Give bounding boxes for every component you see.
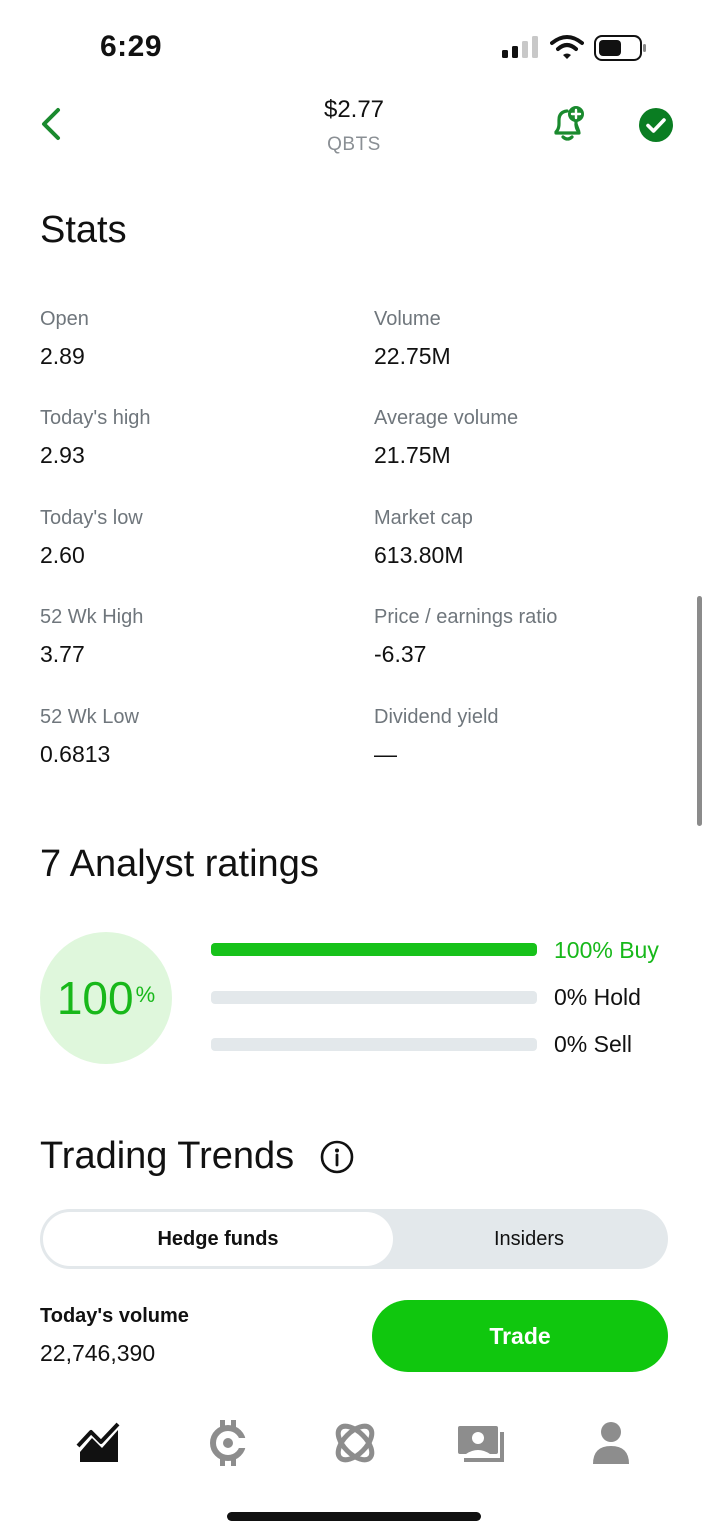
sell-rating-bar [211, 1038, 537, 1051]
trends-segmented-control: Hedge funds Insiders [40, 1209, 668, 1269]
ratings-percent-sign: % [135, 982, 156, 1007]
header-price: $2.77 [323, 96, 385, 123]
buy-rating-label: 100% Buy [554, 937, 659, 963]
stat-label: Dividend yield [374, 706, 499, 728]
stat-pe-ratio: Price / earnings ratio -6.37 [374, 606, 557, 668]
cash-icon[interactable] [456, 1418, 506, 1468]
stat-label: 52 Wk High [40, 606, 144, 628]
browse-icon[interactable] [330, 1418, 380, 1468]
stat-52wk-high: 52 Wk High 3.77 [40, 606, 143, 668]
stat-value: 613.80M [374, 542, 464, 568]
wifi-icon [550, 35, 584, 59]
stat-label: Market cap [374, 507, 473, 529]
stats-title: Stats [40, 209, 127, 251]
stat-average-volume: Average volume 21.75M [374, 407, 518, 469]
stat-volume: Volume 22.75M [374, 308, 451, 370]
scrollbar[interactable] [697, 596, 702, 826]
trading-trends-title: Trading Trends [40, 1135, 295, 1177]
stat-label: Today's high [40, 407, 151, 429]
stat-dividend-yield: Dividend yield — [374, 706, 499, 768]
watchlist-check-icon[interactable] [638, 107, 674, 143]
stat-label: Volume [374, 308, 441, 330]
stat-todays-high: Today's high 2.93 [40, 407, 151, 469]
tab-hedge-funds[interactable]: Hedge funds [43, 1212, 393, 1266]
stat-value: 2.89 [40, 343, 85, 369]
crypto-icon[interactable] [203, 1418, 253, 1468]
stat-open: Open 2.89 [40, 308, 89, 370]
stat-value: 2.93 [40, 442, 85, 468]
stat-label: Today's low [40, 507, 143, 529]
hold-rating-bar [211, 991, 537, 1004]
ratings-summary-circle: 100% [40, 932, 172, 1064]
sell-rating-label: 0% Sell [554, 1031, 632, 1057]
stat-value: 21.75M [374, 442, 451, 468]
add-alert-bell-icon[interactable] [548, 104, 588, 144]
stat-value: -6.37 [374, 641, 427, 667]
buy-rating-bar [211, 943, 537, 956]
stat-label: 52 Wk Low [40, 706, 139, 728]
header-ticker: QBTS [327, 134, 381, 155]
stat-value: — [374, 741, 397, 767]
stat-todays-low: Today's low 2.60 [40, 507, 143, 569]
ratings-percent-value: 100 [56, 972, 134, 1024]
status-bar: 6:29 [0, 0, 708, 90]
analyst-ratings-title: 7 Analyst ratings [40, 843, 319, 885]
trade-button[interactable]: Trade [372, 1300, 668, 1372]
chart-icon[interactable] [74, 1418, 124, 1468]
stat-label: Open [40, 308, 89, 330]
stat-52wk-low: 52 Wk Low 0.6813 [40, 706, 139, 768]
hold-rating-label: 0% Hold [554, 984, 641, 1010]
stat-market-cap: Market cap 613.80M [374, 507, 473, 569]
home-indicator[interactable] [227, 1512, 481, 1521]
todays-volume-value: 22,746,390 [40, 1340, 156, 1366]
stat-value: 2.60 [40, 542, 85, 568]
battery-icon [594, 35, 646, 61]
stat-value: 3.77 [40, 641, 85, 667]
stat-value: 0.6813 [40, 741, 111, 767]
cellular-signal-icon [502, 36, 538, 58]
top-navigation: $2.77 QBTS [0, 90, 708, 170]
tab-insiders[interactable]: Insiders [393, 1212, 665, 1266]
stat-label: Price / earnings ratio [374, 606, 558, 628]
buy-rating-fill [211, 943, 537, 956]
todays-volume-label: Today's volume [40, 1305, 189, 1327]
account-icon[interactable] [586, 1418, 636, 1468]
status-time: 6:29 [100, 30, 163, 63]
stat-value: 22.75M [374, 343, 451, 369]
stat-label: Average volume [374, 407, 519, 429]
info-icon[interactable] [320, 1140, 354, 1174]
